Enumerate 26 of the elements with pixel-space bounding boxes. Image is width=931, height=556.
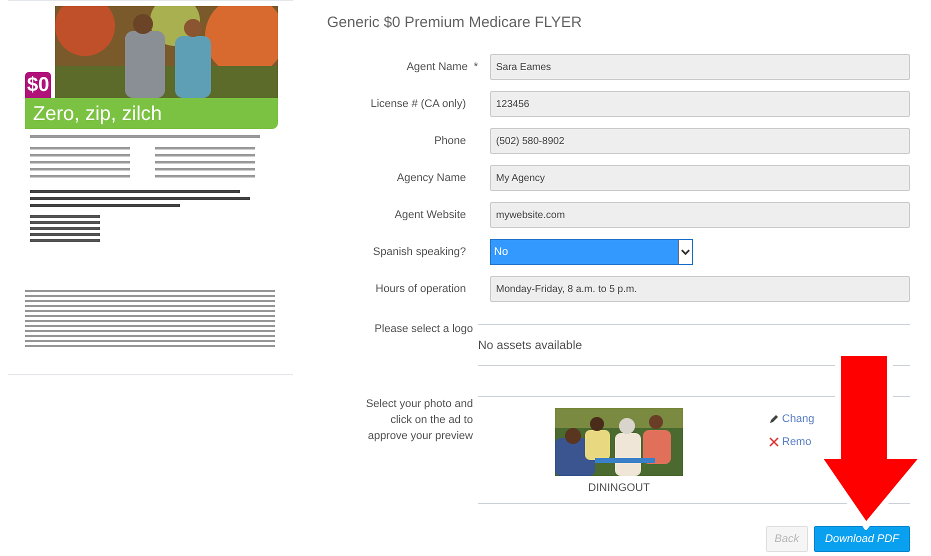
field-label: Agent Website	[394, 208, 466, 223]
field-label: License # (CA only)	[370, 96, 466, 112]
field-label: Spanish speaking?	[373, 244, 466, 260]
price-badge: $0	[25, 72, 52, 98]
empty-message: No assets available	[478, 338, 582, 352]
input-field[interactable]: Monday-Friday, 8 a.m. to 5 p.m.	[490, 276, 910, 302]
field-label: Phone	[434, 134, 466, 149]
required-mark: *	[474, 60, 478, 75]
field-label: Agent Name	[406, 60, 468, 75]
remove-link[interactable]: Remo	[769, 434, 814, 450]
close-icon	[769, 436, 779, 447]
field-label: Hours of operation	[376, 282, 466, 297]
input-field[interactable]: (502) 580-8902	[490, 128, 910, 154]
input-field[interactable]: mywebsite.com	[490, 202, 910, 228]
field-label: Agency Name	[396, 170, 466, 186]
field-label: Select your photo and click on the ad to approve your preview	[364, 397, 473, 444]
photo-caption: DININGOUT	[588, 481, 650, 496]
input-field[interactable]: 123456	[490, 91, 910, 117]
pencil-icon	[769, 414, 779, 424]
page-title: Generic $0 Premium Medicare FLYER	[326, 13, 583, 32]
flyer-headline: Zero, zip, zilch	[33, 102, 162, 126]
input-field[interactable]: My Agency	[490, 165, 910, 191]
change-link[interactable]: Chang	[769, 411, 814, 428]
input-field[interactable]: Sara Eames	[490, 54, 910, 80]
caret-icon	[678, 240, 692, 264]
field-label: Please select a logo	[374, 322, 473, 337]
